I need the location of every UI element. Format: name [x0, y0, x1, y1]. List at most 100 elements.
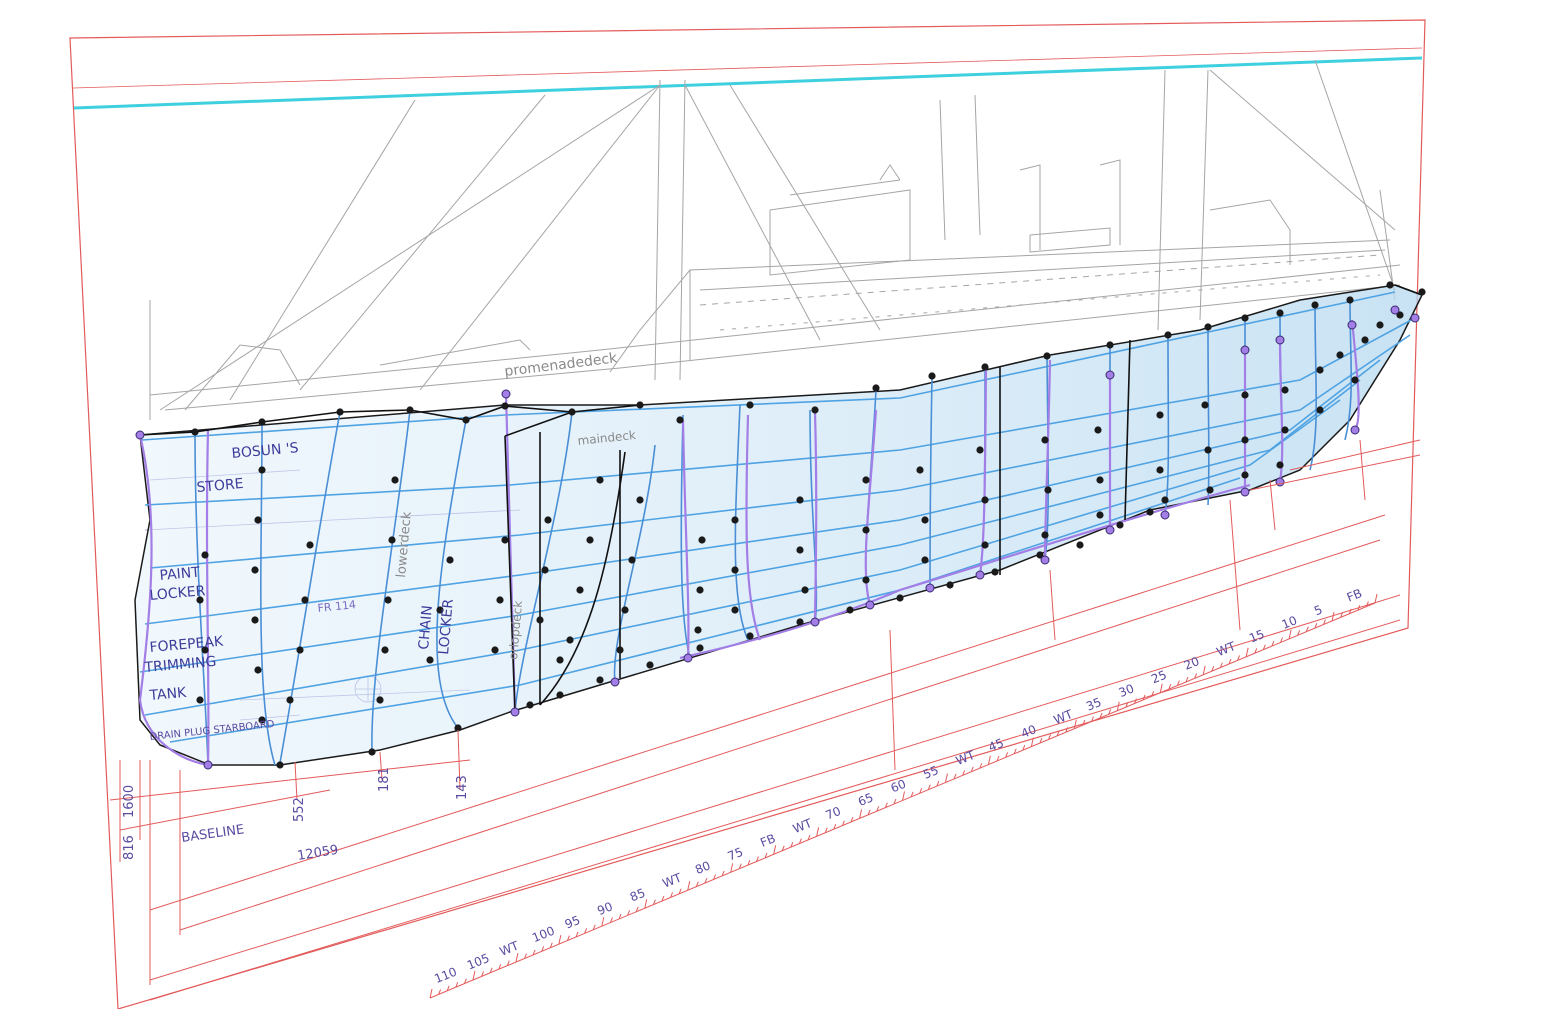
dimension-552: 552 [292, 797, 307, 822]
control-point [1204, 323, 1212, 331]
scale-label: 60 [889, 777, 908, 796]
control-point [1346, 296, 1354, 304]
control-point [616, 646, 624, 654]
control-point [1376, 321, 1384, 329]
control-point [731, 566, 739, 574]
control-point [694, 626, 702, 634]
scale-label: 70 [823, 804, 842, 823]
control-point [566, 636, 574, 644]
promenadedeck-label: promenadedeck [504, 350, 619, 380]
control-point [251, 616, 259, 624]
control-point [981, 541, 989, 549]
control-point [731, 516, 739, 524]
scale-tick [1374, 593, 1378, 604]
purple-control-point [1347, 320, 1357, 330]
scale-label: FB [1345, 586, 1364, 605]
control-point [1076, 541, 1084, 549]
control-point [1281, 386, 1289, 394]
control-point [646, 661, 654, 669]
control-point [698, 536, 706, 544]
control-point [628, 556, 636, 564]
control-point [731, 606, 739, 614]
scale-tick [1245, 647, 1249, 657]
control-point [946, 581, 954, 589]
control-point [1336, 351, 1344, 359]
ship-lines-drawing: promenadedeck maindeck lowerdeck orlopde… [69, 19, 1426, 1009]
purple-control-point [1105, 370, 1115, 380]
control-point [496, 596, 504, 604]
control-point [636, 496, 644, 504]
control-point [801, 586, 809, 594]
scale-label: 85 [628, 886, 647, 905]
scale-tick [1159, 683, 1163, 693]
control-point [596, 476, 604, 484]
control-point [1316, 406, 1324, 414]
control-point [1206, 486, 1214, 494]
purple-control-point [510, 707, 520, 717]
control-point [526, 701, 534, 709]
purple-control-point [975, 570, 985, 580]
control-point [406, 406, 414, 414]
control-point [286, 696, 294, 704]
dimension-12059: 12059 [296, 843, 339, 864]
scale-label: 105 [465, 951, 491, 973]
control-point [301, 596, 309, 604]
purple-control-point [1240, 487, 1250, 497]
control-point [251, 566, 259, 574]
scale-tick [687, 881, 691, 891]
scale-label: WT [660, 870, 684, 890]
scale-label: 90 [595, 899, 614, 918]
control-point [1106, 341, 1114, 349]
control-point [576, 586, 584, 594]
purple-control-point [610, 677, 620, 687]
control-point [1161, 496, 1169, 504]
control-point [336, 408, 344, 416]
scale-tick [816, 827, 820, 837]
control-point [1351, 376, 1359, 384]
scale-tick [1288, 629, 1292, 640]
control-point [1241, 314, 1249, 322]
scale-tick [987, 755, 991, 765]
control-point [201, 551, 209, 559]
dimension-1600: 1600 [122, 785, 137, 818]
control-point [1276, 309, 1284, 317]
control-point [621, 606, 629, 614]
control-point [296, 646, 304, 654]
control-point [1204, 446, 1212, 454]
baseline-label: BASELINE [180, 822, 245, 846]
scale-label: WT [791, 816, 815, 836]
control-point [1146, 508, 1154, 516]
control-point [796, 546, 804, 554]
purple-control-point [810, 617, 820, 627]
control-point [1281, 426, 1289, 434]
control-point [501, 536, 509, 544]
scale-tick [1202, 665, 1206, 675]
control-point [916, 466, 924, 474]
control-point [376, 696, 384, 704]
control-point [1316, 366, 1324, 374]
purple-control-point [1160, 510, 1170, 520]
control-point [556, 656, 564, 664]
control-point [696, 644, 704, 652]
scale-label: 5 [1312, 602, 1324, 618]
control-point [446, 556, 454, 564]
control-point [596, 676, 604, 684]
scale-label: 65 [856, 790, 875, 809]
control-point [1311, 301, 1319, 309]
control-point [1094, 426, 1102, 434]
control-point [391, 476, 399, 484]
scale-label: WT [1214, 639, 1238, 659]
scale-tick [429, 988, 433, 999]
purple-control-point [1410, 313, 1420, 323]
control-point [872, 384, 880, 392]
control-point [381, 646, 389, 654]
scale-tick [515, 952, 519, 963]
scale-tick [944, 773, 948, 783]
control-point [544, 516, 552, 524]
scale-tick [859, 809, 863, 819]
scale-tick [1073, 719, 1077, 729]
control-point [1361, 336, 1369, 344]
control-point [796, 496, 804, 504]
control-point [921, 556, 929, 564]
control-point [368, 748, 376, 756]
